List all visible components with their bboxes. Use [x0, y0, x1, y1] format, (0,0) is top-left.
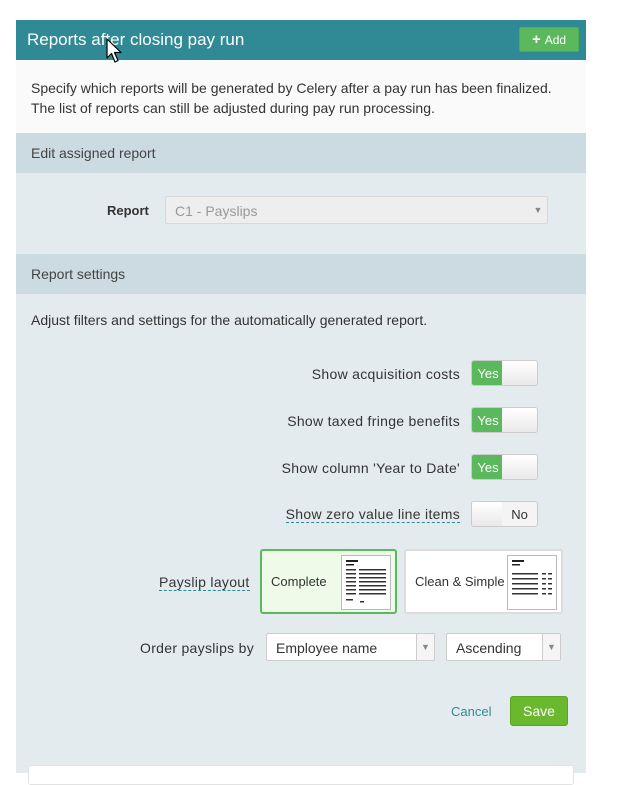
layout-clean-simple-label: Clean & Simple [415, 574, 505, 589]
mouse-cursor-icon [106, 38, 122, 63]
order-direction-value: Ascending [456, 640, 522, 656]
acquisition-costs-toggle[interactable]: Yes [471, 360, 538, 386]
intro-line-2: The list of reports can still be adjuste… [31, 100, 435, 116]
panel-header: Reports after closing pay run + Add [16, 20, 586, 60]
cancel-button[interactable]: Cancel [451, 704, 491, 719]
reports-panel: Reports after closing pay run + Add Spec… [16, 20, 586, 785]
toggle-knob [502, 455, 537, 479]
complete-layout-thumbnail-icon [341, 555, 391, 610]
plus-icon: + [531, 31, 541, 48]
next-card [28, 765, 574, 785]
toggle-knob [502, 361, 537, 385]
add-button[interactable]: + Add [519, 27, 579, 52]
order-by-select[interactable]: Employee name ▼ [266, 633, 435, 661]
year-to-date-toggle[interactable]: Yes [471, 454, 538, 480]
toggle-knob [472, 502, 504, 526]
settings-section-title: Report settings [31, 266, 126, 282]
acquisition-costs-label: Show acquisition costs [311, 366, 460, 382]
zero-value-toggle[interactable]: No [471, 501, 538, 527]
chevron-down-icon: ▼ [533, 205, 543, 215]
clean-simple-layout-thumbnail-icon [507, 555, 557, 610]
save-button-label: Save [523, 703, 555, 719]
layout-complete-label: Complete [271, 574, 327, 589]
year-to-date-label: Show column 'Year to Date' [281, 460, 460, 476]
zero-value-label[interactable]: Show zero value line items [285, 506, 460, 523]
toggle-on-segment: Yes [472, 361, 504, 385]
report-label: Report [107, 203, 149, 218]
layout-clean-simple-option[interactable]: Clean & Simple [404, 549, 563, 614]
intro-text: Specify which reports will be generated … [16, 60, 586, 133]
toggle-on-segment: Yes [472, 455, 504, 479]
settings-description: Adjust filters and settings for the auto… [31, 312, 428, 328]
report-select[interactable]: C1 - Payslips ▼ [165, 196, 548, 224]
taxed-fringe-toggle[interactable]: Yes [471, 407, 538, 433]
order-by-value: Employee name [276, 640, 378, 656]
edit-section-header: Edit assigned report [16, 133, 586, 173]
order-direction-select[interactable]: Ascending ▼ [446, 633, 561, 661]
taxed-fringe-label: Show taxed fringe benefits [287, 413, 460, 429]
edit-section-title: Edit assigned report [31, 145, 156, 161]
payslip-layout-label[interactable]: Payslip layout [159, 574, 250, 591]
intro-line-1: Specify which reports will be generated … [31, 80, 552, 96]
report-select-value: C1 - Payslips [175, 203, 258, 219]
toggle-knob [502, 408, 537, 432]
add-button-label: Add [544, 32, 567, 47]
settings-section-header: Report settings [16, 254, 586, 294]
chevron-down-icon: ▼ [542, 634, 560, 660]
layout-complete-option[interactable]: Complete [260, 549, 397, 614]
toggle-on-segment: Yes [472, 408, 504, 432]
panel-title: Reports after closing pay run [27, 30, 245, 49]
toggle-off-segment: No [502, 502, 537, 526]
save-button[interactable]: Save [510, 696, 568, 726]
chevron-down-icon: ▼ [416, 634, 434, 660]
order-by-label: Order payslips by [140, 640, 255, 656]
